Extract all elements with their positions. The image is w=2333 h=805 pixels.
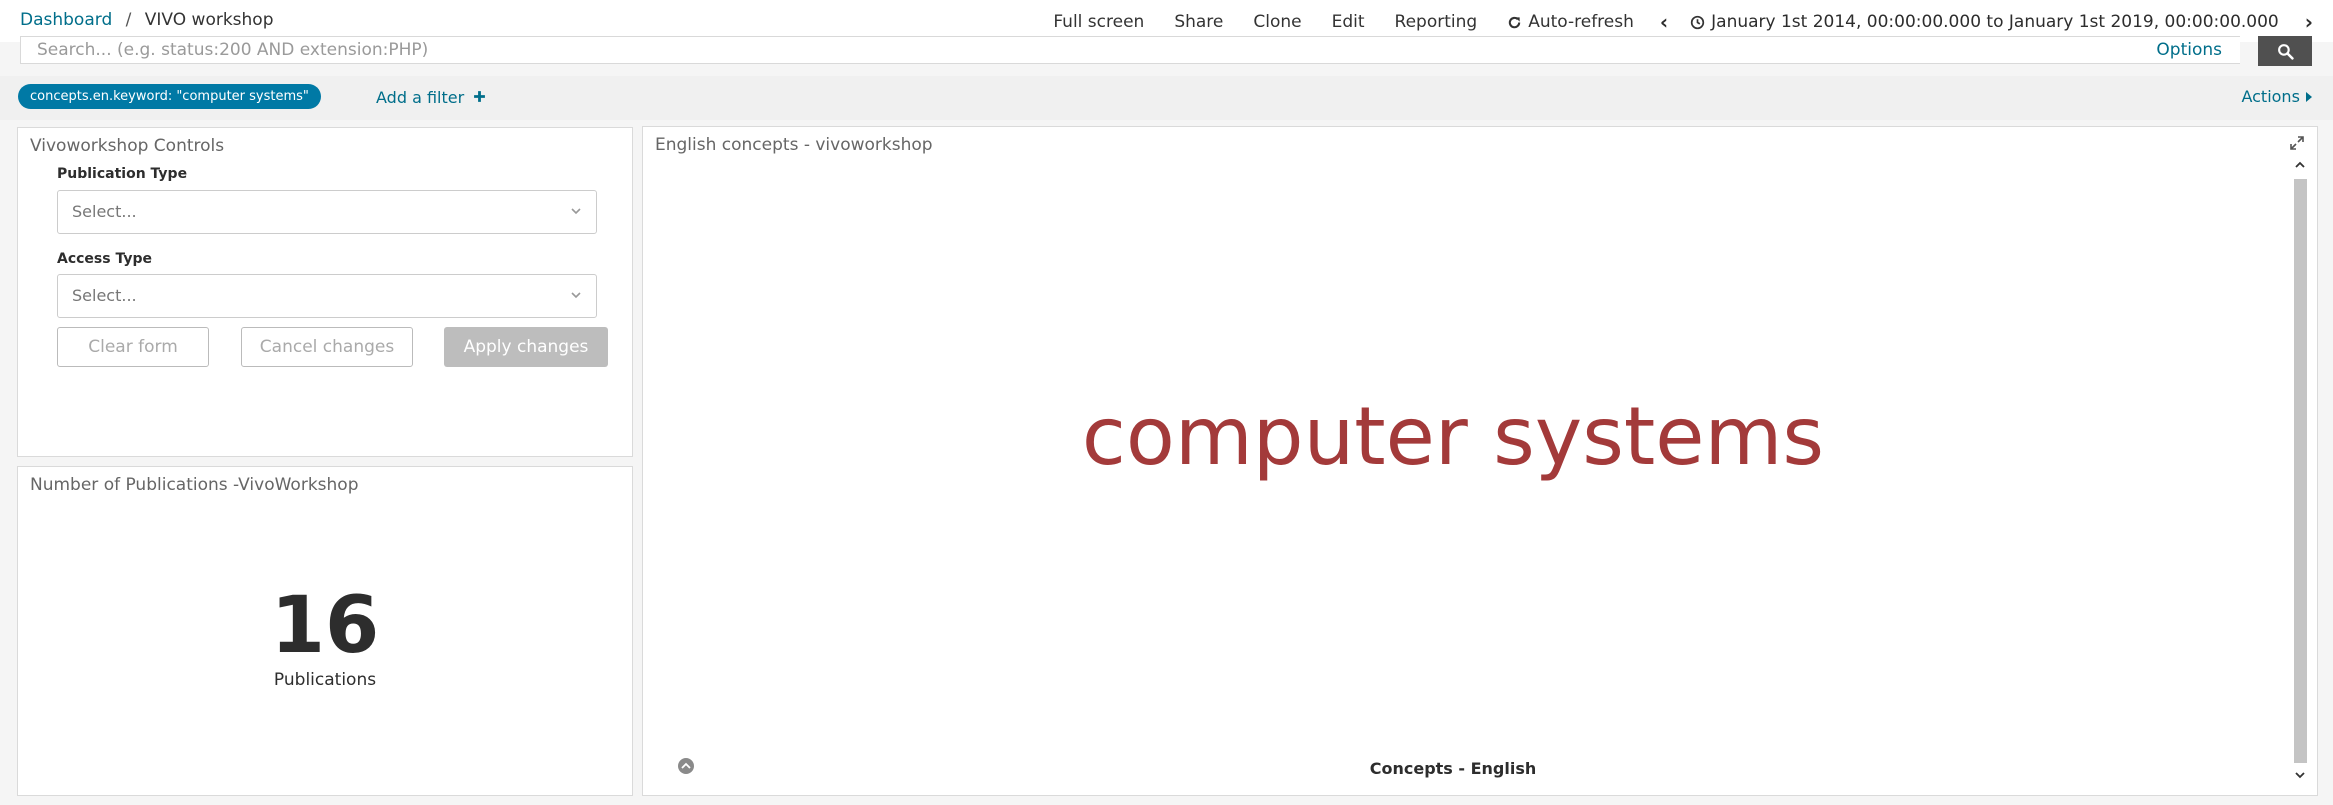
reporting-button[interactable]: Reporting (1395, 12, 1478, 32)
filter-pill[interactable]: concepts.en.keyword: "computer systems" (18, 84, 321, 109)
time-range-text: January 1st 2014, 00:00:00.000 to Januar… (1711, 12, 2279, 32)
chevron-up-icon[interactable] (2293, 159, 2307, 171)
tag-cloud-panel: English concepts - vivoworkshop computer… (642, 126, 2318, 796)
full-screen-button[interactable]: Full screen (1053, 12, 1144, 32)
caret-right-icon (2306, 92, 2312, 102)
tag-cloud-word[interactable]: computer systems (643, 397, 2263, 477)
share-button[interactable]: Share (1174, 12, 1223, 32)
filter-bar: concepts.en.keyword: "computer systems" … (0, 76, 2333, 120)
search-bar: Options (20, 36, 2312, 66)
actions-label: Actions (2241, 87, 2300, 106)
publication-type-label: Publication Type (57, 166, 188, 182)
metric-value: 16 (270, 581, 380, 671)
breadcrumb-dashboard-link[interactable]: Dashboard (20, 10, 112, 30)
chevron-left-icon[interactable]: ‹ (1660, 10, 1668, 34)
metric-panel-title: Number of Publications -VivoWorkshop (30, 475, 359, 495)
refresh-icon (1509, 16, 1521, 28)
metric-panel: Number of Publications -VivoWorkshop 16 … (17, 466, 633, 796)
top-nav: Full screen Share Clone Edit Reporting A… (1023, 10, 2313, 34)
search-input[interactable] (20, 36, 2240, 64)
clock-icon (1690, 15, 1705, 29)
add-filter-button[interactable]: Add a filter (376, 88, 486, 107)
controls-panel-title: Vivoworkshop Controls (30, 136, 225, 156)
publication-type-value: Select... (72, 202, 137, 221)
chevron-down-icon[interactable] (2293, 769, 2307, 781)
auto-refresh-label: Auto-refresh (1528, 12, 1634, 32)
chevron-down-icon (571, 292, 581, 299)
scrollbar[interactable] (2291, 159, 2309, 781)
apply-changes-button[interactable]: Apply changes (444, 327, 608, 367)
options-link[interactable]: Options (2156, 40, 2222, 60)
add-filter-label: Add a filter (376, 88, 465, 107)
access-type-select[interactable]: Select... (57, 274, 597, 318)
chevron-down-icon (571, 208, 581, 215)
clone-button[interactable]: Clone (1253, 12, 1301, 32)
auto-refresh-button[interactable]: Auto-refresh (1507, 12, 1634, 32)
metric-label: Publications (273, 670, 377, 690)
search-button[interactable] (2258, 36, 2312, 66)
expand-icon[interactable] (2289, 135, 2305, 151)
scrollbar-thumb[interactable] (2294, 179, 2307, 763)
breadcrumb-separator: / (125, 10, 132, 30)
edit-button[interactable]: Edit (1332, 12, 1365, 32)
access-type-label: Access Type (57, 251, 152, 267)
actions-button[interactable]: Actions (2241, 87, 2313, 106)
controls-panel: Vivoworkshop Controls Publication Type S… (17, 127, 633, 457)
breadcrumb-current: VIVO workshop (144, 10, 274, 30)
search-icon (2277, 43, 2294, 60)
tag-cloud-axis-title: Concepts - English (1369, 759, 1537, 778)
breadcrumb: Dashboard / VIVO workshop (20, 10, 274, 30)
cancel-changes-button[interactable]: Cancel changes (241, 327, 413, 367)
chevron-right-icon[interactable]: › (2305, 10, 2313, 34)
access-type-value: Select... (72, 286, 137, 305)
tag-cloud-panel-title: English concepts - vivoworkshop (655, 135, 933, 155)
time-range-picker[interactable]: January 1st 2014, 00:00:00.000 to Januar… (1690, 12, 2279, 32)
publication-type-select[interactable]: Select... (57, 190, 597, 234)
plus-icon (474, 91, 486, 102)
clear-form-button[interactable]: Clear form (57, 327, 209, 367)
